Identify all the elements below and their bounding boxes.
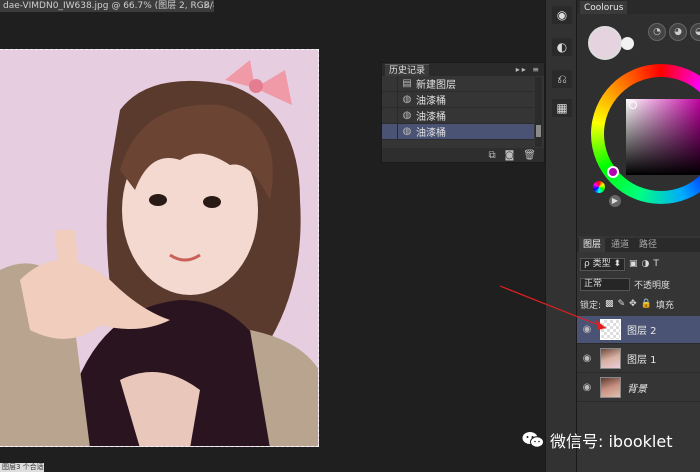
image-filter-icon[interactable]: ▣ (629, 259, 638, 269)
portrait-illustration (0, 60, 318, 446)
watermark-text: 微信号: ibooklet (550, 432, 673, 451)
paint-bucket-icon: ◍ (402, 110, 412, 121)
photo-canvas[interactable] (0, 49, 319, 447)
layer-filter-select[interactable]: ρ 类型 ⬍ (580, 257, 625, 271)
color-wheel-panel: ◔ ◕ ◒ ▶ (577, 14, 700, 236)
tab-layers[interactable]: 图层 (579, 238, 606, 252)
layer-row-active[interactable]: ◉ 图层 2 (577, 316, 700, 344)
panel-icon-strip: ◉ ◐ ⎌ ▦ (545, 0, 577, 472)
opacity-label: 不透明度 (634, 280, 671, 291)
history-panel: 历史记录 ▸▸ ≡ ▤ 新建图层 ◍ 油漆桶 ◍ 油漆桶 ◍ 油漆桶 ⧉ ◙ 🗑 (381, 62, 545, 163)
layer-row[interactable]: ◉ 图层 1 (577, 345, 700, 373)
right-panel: Coolorus ◔ ◕ ◒ ▶ 图层 通道 路径 ρ 类型 ⬍ ▣ ◑ T 正… (577, 0, 700, 472)
blend-mode-label: 正常 (584, 278, 603, 289)
blend-mode-select[interactable]: 正常 (580, 277, 630, 291)
palette-icon[interactable] (593, 181, 605, 193)
foreground-color-swatch[interactable] (588, 26, 622, 60)
hue-marker[interactable] (607, 166, 619, 178)
document-title: dae-VIMDN0_IW638.jpg @ 66.7% (图层 2, RGB/… (3, 1, 214, 11)
wheel-mode-icon[interactable]: ◔ (648, 23, 666, 41)
lock-position-icon[interactable]: ✥ (629, 299, 637, 309)
history-source-checkbox[interactable] (382, 107, 398, 124)
camera-icon[interactable]: ◙ (505, 150, 515, 161)
document-icon: ▤ (402, 78, 412, 89)
layer-thumbnail (600, 348, 621, 369)
background-color-swatch[interactable] (621, 37, 634, 50)
layer-row[interactable]: ◉ 背景 (577, 374, 700, 402)
eye-icon[interactable]: ◉ (577, 353, 597, 364)
saturation-brightness-square[interactable] (626, 99, 700, 175)
scrollbar-thumb[interactable] (536, 125, 541, 137)
adjustment-filter-icon[interactable]: ◑ (642, 259, 650, 269)
trash-icon[interactable]: 🗑 (523, 150, 536, 161)
filter-kind-label: ρ 类型 (584, 258, 611, 269)
layer-thumbnail (600, 319, 621, 340)
fill-label: 填充 (655, 300, 674, 311)
adjust-panel-icon[interactable]: ◐ (552, 38, 572, 56)
history-item-label: 油漆桶 (416, 96, 446, 107)
color-picker-marker[interactable] (629, 101, 637, 109)
document-tab[interactable]: dae-VIMDN0_IW638.jpg @ 66.7% (图层 2, RGB/… (0, 0, 214, 12)
history-item-label: 油漆桶 (416, 128, 446, 139)
history-source-checkbox[interactable] (382, 75, 398, 92)
history-item[interactable]: ▤ 新建图层 (382, 75, 534, 92)
history-item-active[interactable]: ◍ 油漆桶 (382, 123, 534, 140)
history-source-checkbox[interactable] (382, 91, 398, 108)
history-scrollbar[interactable] (535, 77, 542, 147)
eye-icon[interactable]: ◉ (577, 382, 597, 393)
lock-paint-icon[interactable]: ✎ (618, 299, 626, 309)
history-item-label: 油漆桶 (416, 112, 446, 123)
history-item[interactable]: ◍ 油漆桶 (382, 107, 534, 124)
coolorus-tab[interactable]: Coolorus (580, 1, 628, 15)
status-bar: 图层3 个合适 (0, 463, 44, 472)
layer-name[interactable]: 图层 2 (627, 322, 657, 337)
history-panel-icon[interactable]: ⎌ (552, 70, 572, 88)
eye-icon[interactable]: ◉ (577, 324, 597, 335)
grid-panel-icon[interactable]: ▦ (552, 99, 572, 117)
text-filter-icon[interactable]: T (653, 259, 659, 269)
coolorus-tab-bar: Coolorus (577, 0, 700, 15)
layer-name[interactable]: 图层 1 (627, 351, 657, 366)
tab-channels[interactable]: 通道 (607, 238, 633, 252)
layer-name[interactable]: 背景 (627, 380, 647, 395)
layer-thumbnail (600, 377, 621, 398)
wheel-option-icon[interactable]: ◕ (669, 23, 687, 41)
paint-bucket-icon: ◍ (402, 126, 412, 137)
lock-label: 锁定: (580, 300, 602, 311)
close-icon[interactable]: × (202, 0, 210, 12)
play-icon[interactable]: ▶ (609, 195, 621, 207)
history-tab[interactable]: 历史记录 (385, 63, 430, 76)
lock-all-icon[interactable]: 🔒 (641, 299, 652, 309)
layers-tab-bar: 图层 通道 路径 (577, 238, 700, 252)
paint-bucket-icon: ◍ (402, 94, 412, 105)
tab-paths[interactable]: 路径 (635, 238, 661, 252)
wheel-extra-icon[interactable]: ◒ (690, 23, 700, 41)
history-item-label: 新建图层 (416, 80, 456, 91)
panel-menu-icon[interactable]: ▸▸ ≡ (516, 65, 541, 74)
new-document-from-state-icon[interactable]: ⧉ (488, 150, 495, 161)
wechat-logo-icon (522, 432, 544, 448)
history-source-checkbox[interactable] (382, 123, 398, 140)
watermark: 微信号: ibooklet (522, 428, 673, 452)
history-item[interactable]: ◍ 油漆桶 (382, 91, 534, 108)
color-panel-icon[interactable]: ◉ (552, 6, 572, 24)
lock-transparency-icon[interactable]: ▩ (605, 299, 614, 309)
